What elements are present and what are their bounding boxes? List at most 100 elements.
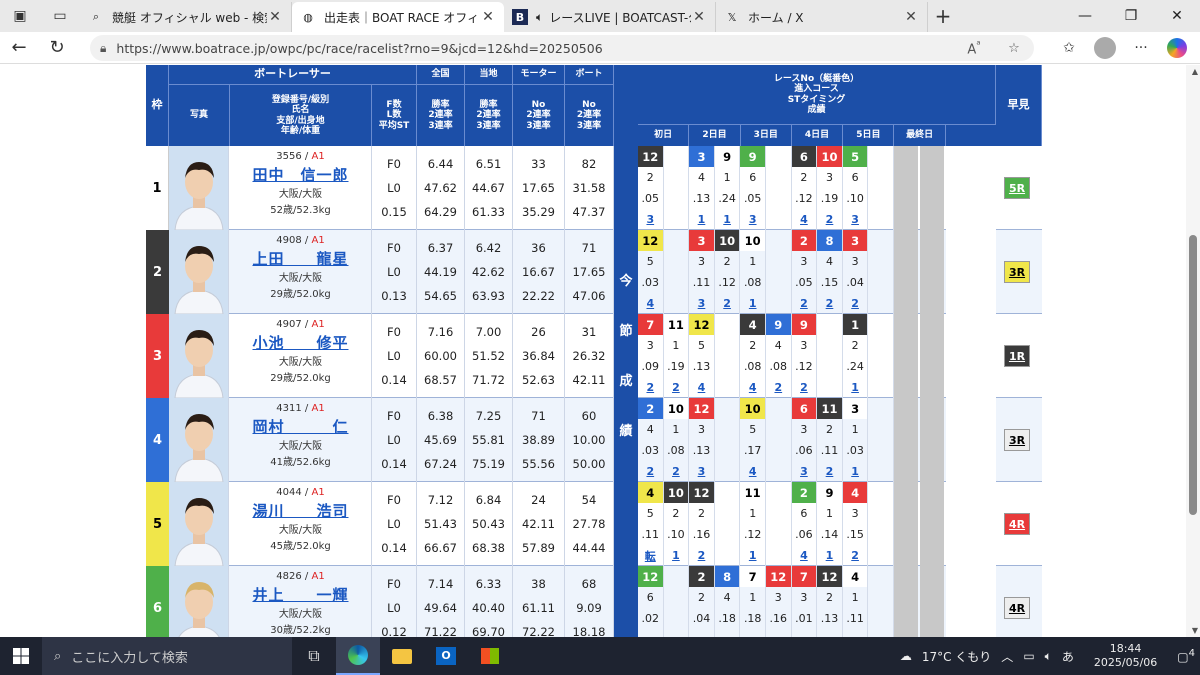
task-view-icon[interactable]: ⧉: [292, 637, 336, 675]
start-button[interactable]: [0, 637, 42, 675]
workspaces-icon[interactable]: ▣: [0, 0, 40, 32]
hayami-link[interactable]: 3R: [1004, 261, 1030, 283]
outlook-icon[interactable]: O: [424, 637, 468, 675]
result-link[interactable]: 2: [843, 293, 869, 314]
url-text[interactable]: https://www.boatrace.jp/owpc/pc/race/rac…: [116, 41, 954, 56]
scroll-down-icon[interactable]: ▼: [1192, 626, 1198, 635]
result-link[interactable]: 2: [638, 377, 664, 398]
file-explorer-icon[interactable]: [380, 637, 424, 675]
result-link[interactable]: 2: [664, 377, 690, 398]
racer-photo[interactable]: [169, 230, 229, 314]
result-link[interactable]: 2: [689, 545, 715, 566]
racer-name-link[interactable]: 湯川 浩司: [230, 500, 371, 521]
result-link[interactable]: 2: [817, 209, 843, 230]
result-link[interactable]: 2: [715, 293, 741, 314]
copilot-icon[interactable]: [1162, 36, 1192, 60]
close-window-icon[interactable]: ✕: [1154, 0, 1200, 32]
notification-icon[interactable]: ▢4: [1172, 648, 1200, 664]
result-link[interactable]: 1: [843, 461, 869, 482]
edge-taskbar-icon[interactable]: [336, 637, 380, 675]
result-link[interactable]: 4: [792, 209, 818, 230]
browser-tab[interactable]: ◍ 出走表｜BOAT RACE オフィシャルウェブサイト✕: [292, 2, 504, 32]
weather-icon[interactable]: ☁: [895, 649, 917, 663]
minimize-icon[interactable]: —: [1062, 0, 1108, 32]
close-tab-icon[interactable]: ✕: [903, 9, 919, 25]
browser-tab[interactable]: 𝕏 ホーム / X ✕: [716, 2, 928, 32]
result-link[interactable]: 1: [740, 545, 766, 566]
result-link[interactable]: 2: [766, 377, 792, 398]
result-link[interactable]: 4: [638, 293, 664, 314]
page-scrollbar[interactable]: ▲ ▼: [1186, 65, 1200, 637]
result-link[interactable]: 1: [664, 545, 690, 566]
profile-avatar[interactable]: [1090, 36, 1120, 60]
racer-name-link[interactable]: 上田 龍星: [230, 248, 371, 269]
result-link[interactable]: 1: [715, 209, 741, 230]
scroll-up-icon[interactable]: ▲: [1192, 67, 1198, 76]
close-tab-icon[interactable]: ✕: [480, 9, 496, 25]
browser-tab[interactable]: B 🔈︎ レースLIVE | BOATCAST-公式ボートレース✕: [504, 2, 716, 32]
result-link[interactable]: 1: [817, 545, 843, 566]
speaker-icon[interactable]: 🔈︎: [536, 10, 543, 25]
result-link[interactable]: 2: [638, 461, 664, 482]
volume-icon[interactable]: 🔈︎: [1040, 649, 1057, 664]
result-link[interactable]: 2: [792, 377, 818, 398]
result-link[interactable]: 3: [689, 461, 715, 482]
favorite-star-icon[interactable]: ☆: [994, 41, 1034, 56]
close-tab-icon[interactable]: ✕: [691, 9, 707, 25]
hayami-link[interactable]: 3R: [1004, 429, 1030, 451]
tab-actions-icon[interactable]: ▭: [40, 0, 80, 32]
result-link[interactable]: 転: [638, 545, 664, 566]
racer-photo[interactable]: [169, 314, 229, 398]
result-link[interactable]: 3: [792, 461, 818, 482]
racer-name-link[interactable]: 岡村 仁: [230, 416, 371, 437]
result-link[interactable]: 1: [740, 293, 766, 314]
store-icon[interactable]: [468, 637, 512, 675]
back-icon[interactable]: ←: [0, 37, 38, 58]
racer-photo[interactable]: [169, 146, 229, 230]
settings-more-icon[interactable]: ···: [1126, 36, 1156, 60]
result-link[interactable]: 4: [792, 545, 818, 566]
favorites-icon[interactable]: ✩: [1054, 36, 1084, 60]
result-link[interactable]: 3: [638, 209, 664, 230]
hayami-link[interactable]: 1R: [1004, 345, 1030, 367]
result-link[interactable]: 2: [817, 293, 843, 314]
hayami-link[interactable]: 4R: [1004, 597, 1030, 619]
result-link[interactable]: 3: [740, 209, 766, 230]
browser-tab[interactable]: ⌕ 競艇 オフィシャル web - 検索 ✕: [80, 2, 292, 32]
result-link[interactable]: 2: [817, 461, 843, 482]
racer-name-link[interactable]: 井上 一輝: [230, 584, 371, 605]
ime-indicator[interactable]: あ: [1057, 648, 1079, 665]
result-link[interactable]: 2: [792, 293, 818, 314]
read-aloud-icon[interactable]: Aᵃ: [954, 38, 994, 57]
result-link[interactable]: 3: [843, 209, 869, 230]
result-link[interactable]: 2: [664, 461, 690, 482]
close-tab-icon[interactable]: ✕: [267, 9, 283, 25]
weather-text[interactable]: 17°C くもり: [917, 648, 996, 665]
racer-name-link[interactable]: 小池 修平: [230, 332, 371, 353]
race-cell: [868, 356, 894, 377]
race-number-badge: 4: [842, 482, 869, 503]
hayami-link[interactable]: 4R: [1004, 513, 1030, 535]
result-link[interactable]: 2: [843, 545, 869, 566]
result-link[interactable]: 3: [689, 293, 715, 314]
network-icon[interactable]: ▭: [1018, 649, 1039, 663]
result-link[interactable]: 4: [689, 377, 715, 398]
racer-photo[interactable]: [169, 398, 229, 482]
clock[interactable]: 18:44 2025/05/06: [1079, 642, 1172, 670]
hayami-link[interactable]: 5R: [1004, 177, 1030, 199]
racer-photo[interactable]: [169, 482, 229, 566]
new-tab-button[interactable]: +: [928, 2, 958, 32]
restore-icon[interactable]: ❐: [1108, 0, 1154, 32]
lock-icon[interactable]: 🔒︎: [100, 41, 106, 56]
refresh-icon[interactable]: ↻: [38, 37, 76, 58]
racer-name-link[interactable]: 田中 信一郎: [230, 164, 371, 185]
result-link[interactable]: 1: [689, 209, 715, 230]
tray-chevron-icon[interactable]: ︿: [996, 648, 1018, 665]
address-bar[interactable]: 🔒︎ https://www.boatrace.jp/owpc/pc/race/…: [90, 35, 1034, 61]
racer-photo[interactable]: [169, 566, 229, 637]
scroll-thumb[interactable]: [1189, 235, 1197, 515]
result-link[interactable]: 4: [740, 377, 766, 398]
result-link[interactable]: 4: [740, 461, 766, 482]
result-link[interactable]: 1: [843, 377, 869, 398]
taskbar-search[interactable]: ⌕ ここに入力して検索: [42, 637, 292, 675]
